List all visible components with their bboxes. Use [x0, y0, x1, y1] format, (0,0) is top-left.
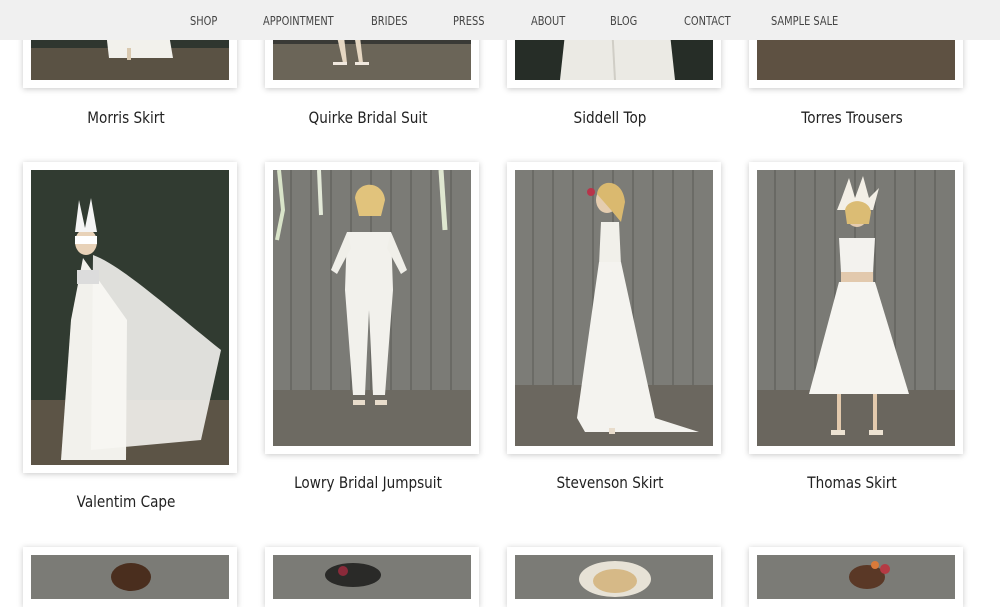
product-photo — [31, 555, 229, 599]
product-card-lowry-bridal-jumpsuit[interactable] — [265, 162, 479, 454]
nav-shop-link[interactable]: SHOP — [190, 0, 217, 40]
product-photo — [515, 170, 713, 446]
nav-contact-link[interactable]: CONTACT — [684, 0, 731, 40]
product-card-valentim-cape[interactable] — [23, 162, 237, 473]
product-title[interactable]: Torres Trousers — [767, 108, 937, 127]
product-card[interactable] — [265, 547, 479, 607]
product-photo — [515, 555, 713, 599]
product-card[interactable] — [749, 547, 963, 607]
product-title[interactable]: Valentim Cape — [41, 492, 211, 511]
product-title[interactable]: Stevenson Skirt — [525, 473, 695, 492]
product-photo — [31, 170, 229, 465]
product-title[interactable]: Quirke Bridal Suit — [283, 108, 453, 127]
nav-brides-link[interactable]: BRIDES — [371, 0, 408, 40]
product-card[interactable] — [507, 547, 721, 607]
top-navigation-bar: SHOP APPOINTMENT BRIDES PRESS ABOUT BLOG… — [0, 0, 1000, 40]
product-photo — [273, 170, 471, 446]
product-title[interactable]: Thomas Skirt — [767, 473, 937, 492]
nav-sample-sale-link[interactable]: SAMPLE SALE — [771, 0, 838, 40]
nav-about-link[interactable]: ABOUT — [531, 0, 565, 40]
product-title[interactable]: Morris Skirt — [41, 108, 211, 127]
product-title[interactable]: Siddell Top — [525, 108, 695, 127]
nav-appointment-link[interactable]: APPOINTMENT — [263, 0, 334, 40]
product-card-stevenson-skirt[interactable] — [507, 162, 721, 454]
product-photo — [757, 555, 955, 599]
nav-press-link[interactable]: PRESS — [453, 0, 484, 40]
nav-blog-link[interactable]: BLOG — [610, 0, 637, 40]
product-photo — [273, 555, 471, 599]
product-title[interactable]: Lowry Bridal Jumpsuit — [283, 473, 453, 492]
product-card-thomas-skirt[interactable] — [749, 162, 963, 454]
product-card[interactable] — [23, 547, 237, 607]
product-photo — [757, 170, 955, 446]
